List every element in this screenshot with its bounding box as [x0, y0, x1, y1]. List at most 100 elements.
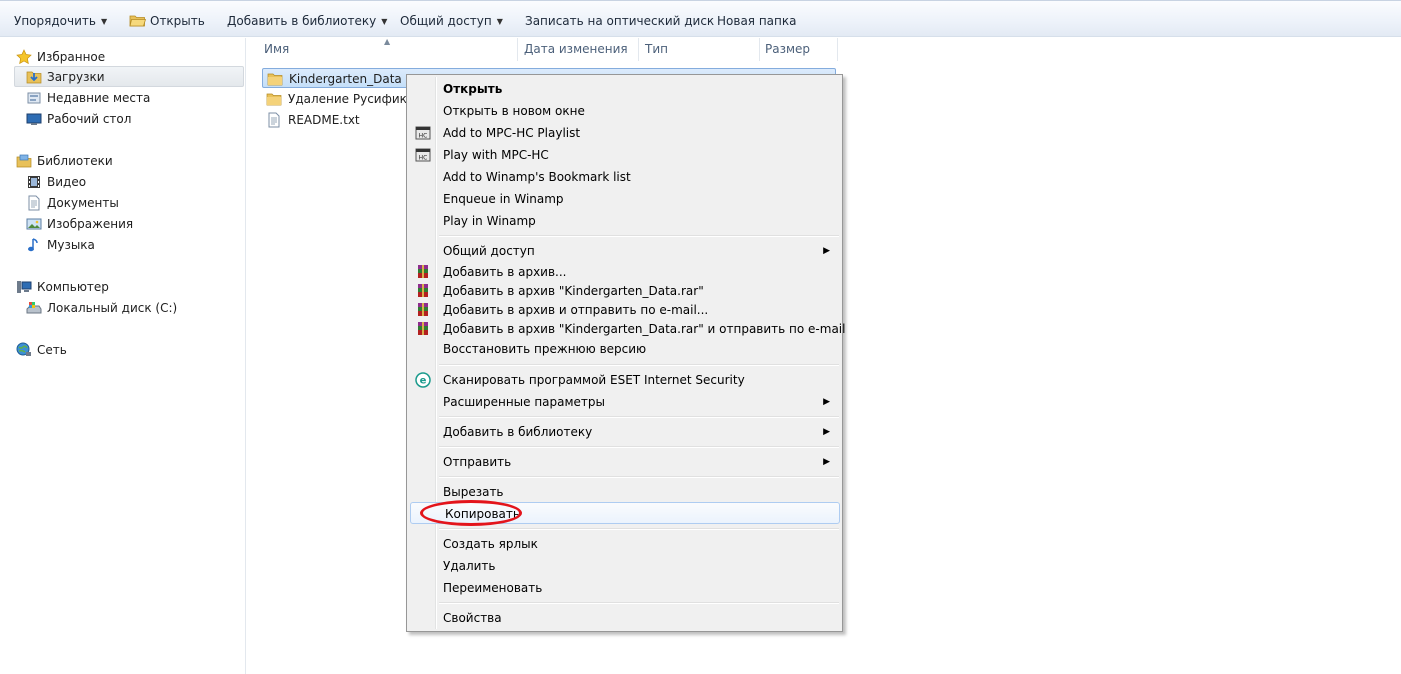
column-date-label: Дата изменения: [524, 42, 628, 56]
menu-item-eset-scan[interactable]: e Сканировать программой ESET Internet S…: [409, 369, 840, 391]
menu-item-label: Расширенные параметры: [443, 395, 606, 409]
nav-pictures[interactable]: Изображения: [26, 214, 133, 234]
mpc-hc-icon: HC: [415, 126, 431, 140]
star-icon: [16, 49, 32, 65]
downloads-folder-icon: [26, 71, 42, 84]
column-header-date[interactable]: Дата изменения: [519, 38, 639, 61]
menu-separator: [439, 364, 839, 366]
column-header-size[interactable]: Размер: [760, 38, 838, 61]
menu-item-add-archive-named-email[interactable]: Добавить в архив "Kindergarten_Data.rar"…: [409, 318, 845, 340]
chevron-down-icon: ▼: [100, 17, 108, 26]
menu-item-winamp-bookmark[interactable]: Add to Winamp's Bookmark list: [409, 166, 840, 188]
nav-video-label: Видео: [47, 175, 87, 189]
nav-recent-places[interactable]: Недавние места: [26, 88, 150, 108]
share-button[interactable]: Общий доступ ▼: [400, 13, 503, 30]
column-size-label: Размер: [765, 42, 811, 56]
add-to-library-button[interactable]: Добавить в библиотеку ▼: [227, 13, 387, 30]
menu-separator: [439, 602, 839, 604]
menu-item-enqueue-winamp[interactable]: Enqueue in Winamp: [409, 188, 840, 210]
network-icon: [16, 342, 31, 356]
menu-item-label: Добавить в архив "Kindergarten_Data.rar"…: [443, 322, 846, 336]
menu-item-label: Enqueue in Winamp: [443, 192, 564, 206]
menu-item-label: Копировать: [445, 507, 520, 521]
submenu-arrow-icon: ▶: [823, 457, 830, 467]
mpc-hc-icon: HC: [415, 148, 431, 162]
column-name-label: Имя: [264, 42, 290, 56]
local-disk-icon: [26, 302, 42, 314]
video-icon: [28, 176, 40, 188]
menu-item-label: Отправить: [443, 455, 512, 469]
nav-music[interactable]: Музыка: [26, 235, 95, 255]
nav-network-label: Сеть: [37, 343, 67, 357]
menu-item-label: Открыть: [443, 82, 503, 96]
chevron-down-icon: ▼: [496, 17, 503, 26]
nav-libraries[interactable]: Библиотеки: [16, 151, 113, 171]
open-button[interactable]: Открыть: [129, 13, 205, 30]
nav-local-disk[interactable]: Локальный диск (C:): [26, 298, 177, 318]
nav-pictures-label: Изображения: [47, 217, 134, 231]
command-bar: Упорядочить ▼ Открыть Добавить в библиоте…: [0, 0, 1401, 37]
menu-item-label: Открыть в новом окне: [443, 104, 585, 118]
nav-documents[interactable]: Документы: [26, 193, 119, 213]
menu-item-properties[interactable]: Свойства: [409, 607, 840, 629]
menu-item-cut[interactable]: Вырезать: [409, 481, 840, 503]
menu-item-restore-version[interactable]: Восстановить прежнюю версию: [409, 338, 840, 360]
menu-separator: [439, 476, 839, 478]
menu-item-delete[interactable]: Удалить: [409, 555, 840, 577]
sort-ascending-icon: ▲: [384, 37, 391, 46]
nav-desktop[interactable]: Рабочий стол: [26, 109, 131, 129]
file-name: README.txt: [288, 113, 360, 127]
navigation-pane: Избранное Загрузки Недавние места Рабочи…: [0, 38, 246, 674]
menu-item-open-new-window[interactable]: Открыть в новом окне: [409, 100, 840, 122]
submenu-arrow-icon: ▶: [823, 246, 830, 256]
menu-item-play-mpc[interactable]: HC Play with MPC-HC: [409, 144, 840, 166]
menu-item-copy[interactable]: Копировать: [410, 502, 840, 524]
menu-item-add-mpc-playlist[interactable]: HC Add to MPC-HC Playlist: [409, 122, 840, 144]
burn-button[interactable]: Записать на оптический диск: [525, 13, 714, 30]
nav-downloads[interactable]: Загрузки: [26, 67, 105, 87]
nav-local-disk-label: Локальный диск (C:): [47, 301, 178, 315]
column-header-type[interactable]: Тип: [640, 38, 760, 61]
computer-icon: [17, 281, 32, 293]
menu-item-label: Переименовать: [443, 581, 543, 595]
menu-item-label: Play with MPC-HC: [443, 148, 549, 162]
menu-separator: [439, 235, 839, 237]
nav-network[interactable]: Сеть: [16, 340, 67, 360]
nav-computer-label: Компьютер: [37, 280, 109, 294]
winrar-icon: [418, 303, 428, 316]
nav-computer[interactable]: Компьютер: [16, 277, 109, 297]
recent-places-icon: [27, 92, 41, 104]
menu-item-add-library[interactable]: Добавить в библиотеку ▶: [409, 421, 840, 443]
winrar-icon: [418, 322, 428, 335]
nav-libraries-label: Библиотеки: [37, 154, 113, 168]
folder-icon: [267, 73, 283, 86]
menu-item-label: Добавить в библиотеку: [443, 425, 593, 439]
menu-item-share[interactable]: Общий доступ ▶: [409, 240, 840, 262]
pictures-icon: [26, 218, 42, 230]
winrar-icon: [418, 284, 428, 297]
menu-item-label: Общий доступ: [443, 244, 535, 258]
eset-icon: e: [415, 372, 431, 388]
menu-item-label: Свойства: [443, 611, 502, 625]
menu-item-label: Восстановить прежнюю версию: [443, 342, 647, 356]
menu-item-play-winamp[interactable]: Play in Winamp: [409, 210, 840, 232]
file-row[interactable]: Удаление Русификато: [262, 89, 429, 109]
menu-item-label: Add to Winamp's Bookmark list: [443, 170, 631, 184]
folder-open-icon: [129, 15, 146, 27]
text-file-icon: [268, 112, 280, 128]
nav-favorites[interactable]: Избранное: [16, 47, 105, 67]
menu-item-create-shortcut[interactable]: Создать ярлык: [409, 533, 840, 555]
new-folder-button[interactable]: Новая папка: [717, 13, 796, 30]
menu-item-open[interactable]: Открыть: [409, 78, 840, 100]
menu-item-rename[interactable]: Переименовать: [409, 577, 840, 599]
menu-separator: [439, 446, 839, 448]
menu-item-advanced[interactable]: Расширенные параметры ▶: [409, 391, 840, 413]
svg-text:HC: HC: [419, 155, 428, 162]
nav-video[interactable]: Видео: [26, 172, 86, 192]
menu-item-label: Удалить: [443, 559, 496, 573]
submenu-arrow-icon: ▶: [823, 397, 830, 407]
file-row[interactable]: README.txt: [262, 110, 360, 130]
menu-item-send-to[interactable]: Отправить ▶: [409, 451, 840, 473]
desktop-icon: [26, 113, 42, 125]
organize-button[interactable]: Упорядочить ▼: [14, 13, 107, 30]
